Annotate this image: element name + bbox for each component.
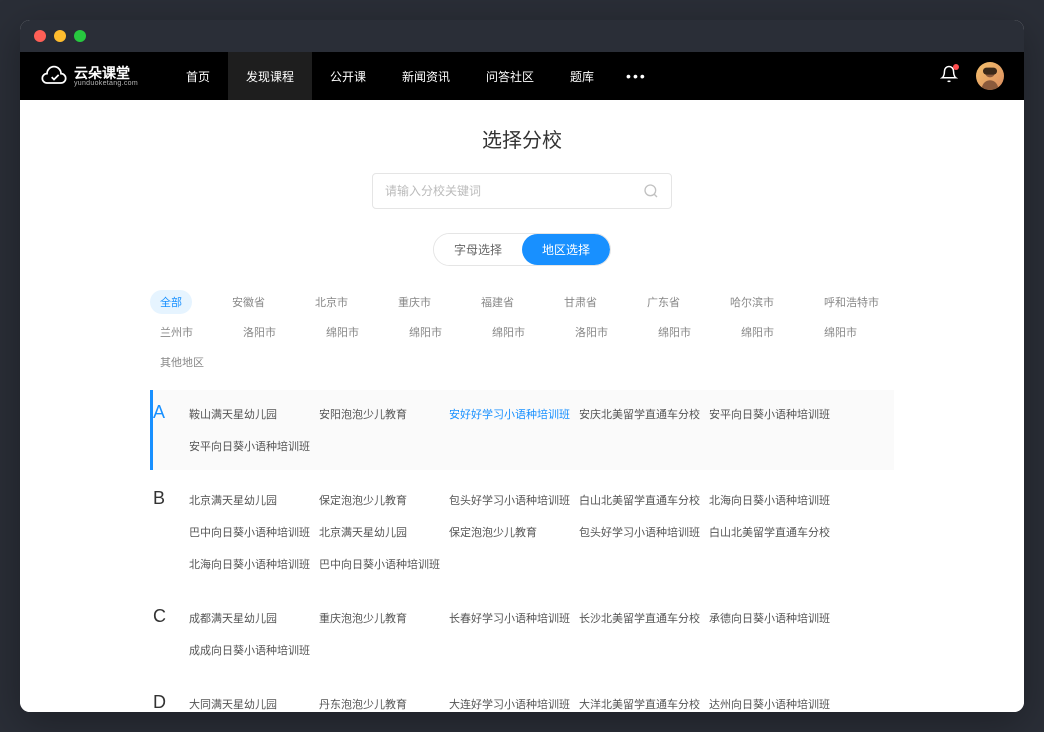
- school-item[interactable]: 白山北美留学直通车分校: [705, 516, 835, 548]
- letter-label: C: [153, 594, 185, 674]
- school-list: A鞍山满天星幼儿园安阳泡泡少儿教育安好好学习小语种培训班安庆北美留学直通车分校安…: [20, 390, 1024, 712]
- school-item[interactable]: 北海向日葵小语种培训班: [705, 484, 835, 516]
- school-item[interactable]: 安平向日葵小语种培训班: [185, 430, 315, 462]
- school-item[interactable]: 安庆北美留学直通车分校: [575, 398, 705, 430]
- region-chip[interactable]: 其他地区: [150, 350, 214, 374]
- region-chip[interactable]: 甘肃省: [554, 290, 607, 314]
- logo-text: 云朵课堂: [74, 66, 138, 80]
- school-item[interactable]: 巴中向日葵小语种培训班: [185, 516, 315, 548]
- letter-group-D: D大同满天星幼儿园丹东泡泡少儿教育大连好学习小语种培训班大洋北美留学直通车分校达…: [150, 680, 894, 712]
- maximize-dot[interactable]: [74, 30, 86, 42]
- region-filter: 全部 安徽省 北京市 重庆市 福建省 甘肃省 广东省 哈尔滨市 呼和浩特市兰州市 洛阳市 绵阳市 绵阳…: [20, 290, 1024, 390]
- nav-more[interactable]: •••: [612, 68, 661, 84]
- region-chip[interactable]: 洛阳市: [233, 320, 286, 344]
- school-item[interactable]: 北海向日葵小语种培训班: [185, 548, 315, 580]
- schools-row: 北京满天星幼儿园保定泡泡少儿教育包头好学习小语种培训班白山北美留学直通车分校北海…: [185, 476, 894, 588]
- close-dot[interactable]: [34, 30, 46, 42]
- letter-group-A: A鞍山满天星幼儿园安阳泡泡少儿教育安好好学习小语种培训班安庆北美留学直通车分校安…: [150, 390, 894, 470]
- letter-label: B: [153, 476, 185, 588]
- region-chip[interactable]: 全部: [150, 290, 192, 314]
- school-item[interactable]: 安好好学习小语种培训班: [445, 398, 575, 430]
- school-item[interactable]: 保定泡泡少儿教育: [445, 516, 575, 548]
- region-chip[interactable]: 哈尔滨市: [720, 290, 784, 314]
- nav-item-3[interactable]: 新闻资讯: [384, 52, 468, 100]
- school-item[interactable]: 安平向日葵小语种培训班: [705, 398, 835, 430]
- school-item[interactable]: 包头好学习小语种培训班: [575, 516, 705, 548]
- schools-row: 鞍山满天星幼儿园安阳泡泡少儿教育安好好学习小语种培训班安庆北美留学直通车分校安平…: [185, 390, 894, 470]
- nav-item-4[interactable]: 问答社区: [468, 52, 552, 100]
- school-item[interactable]: 重庆泡泡少儿教育: [315, 602, 445, 634]
- toggle-wrap: 字母选择地区选择: [20, 233, 1024, 266]
- search-icon[interactable]: [643, 183, 659, 199]
- school-item[interactable]: 成成向日葵小语种培训班: [185, 634, 315, 666]
- content: 选择分校 字母选择地区选择 全部 安徽省 北京市 重庆市 福建省 甘肃省 广东省 哈尔滨市 呼和…: [20, 100, 1024, 712]
- logo[interactable]: 云朵课堂 yunduoketang.com: [40, 62, 138, 90]
- region-chip[interactable]: 福建省: [471, 290, 524, 314]
- school-item[interactable]: 长沙北美留学直通车分校: [575, 602, 705, 634]
- region-chip[interactable]: 绵阳市: [482, 320, 535, 344]
- avatar[interactable]: [976, 62, 1004, 90]
- minimize-dot[interactable]: [54, 30, 66, 42]
- letter-label: D: [153, 680, 185, 712]
- toggle-0[interactable]: 字母选择: [434, 234, 522, 265]
- region-chip[interactable]: 北京市: [305, 290, 358, 314]
- region-chip[interactable]: 呼和浩特市: [814, 290, 889, 314]
- school-item[interactable]: 长春好学习小语种培训班: [445, 602, 575, 634]
- region-chip[interactable]: 绵阳市: [814, 320, 867, 344]
- region-chip[interactable]: 安徽省: [222, 290, 275, 314]
- nav-item-1[interactable]: 发现课程: [228, 52, 312, 100]
- search-box: [372, 173, 672, 209]
- nav-item-2[interactable]: 公开课: [312, 52, 384, 100]
- letter-group-C: C成都满天星幼儿园重庆泡泡少儿教育长春好学习小语种培训班长沙北美留学直通车分校承…: [150, 594, 894, 674]
- view-toggle: 字母选择地区选择: [433, 233, 611, 266]
- school-item[interactable]: 北京满天星幼儿园: [185, 484, 315, 516]
- app-window: 云朵课堂 yunduoketang.com 首页发现课程公开课新闻资讯问答社区题…: [20, 20, 1024, 712]
- region-chip[interactable]: 广东省: [637, 290, 690, 314]
- nav-items: 首页发现课程公开课新闻资讯问答社区题库: [168, 52, 612, 100]
- toggle-1[interactable]: 地区选择: [522, 234, 610, 265]
- titlebar: [20, 20, 1024, 52]
- region-chip[interactable]: 绵阳市: [731, 320, 784, 344]
- cloud-icon: [40, 62, 68, 90]
- nav-item-0[interactable]: 首页: [168, 52, 228, 100]
- school-item[interactable]: 巴中向日葵小语种培训班: [315, 548, 445, 580]
- school-item[interactable]: 鞍山满天星幼儿园: [185, 398, 315, 430]
- letter-label: A: [153, 390, 185, 470]
- letter-group-B: B北京满天星幼儿园保定泡泡少儿教育包头好学习小语种培训班白山北美留学直通车分校北…: [150, 476, 894, 588]
- nav-item-5[interactable]: 题库: [552, 52, 612, 100]
- schools-row: 大同满天星幼儿园丹东泡泡少儿教育大连好学习小语种培训班大洋北美留学直通车分校达州…: [185, 680, 894, 712]
- region-chip[interactable]: 兰州市: [150, 320, 203, 344]
- nav-right: [940, 62, 1004, 90]
- schools-row: 成都满天星幼儿园重庆泡泡少儿教育长春好学习小语种培训班长沙北美留学直通车分校承德…: [185, 594, 894, 674]
- search-input[interactable]: [385, 184, 643, 198]
- school-item[interactable]: 北京满天星幼儿园: [315, 516, 445, 548]
- school-item[interactable]: 承德向日葵小语种培训班: [705, 602, 835, 634]
- search-wrap: [20, 173, 1024, 209]
- school-item[interactable]: 包头好学习小语种培训班: [445, 484, 575, 516]
- top-nav: 云朵课堂 yunduoketang.com 首页发现课程公开课新闻资讯问答社区题…: [20, 52, 1024, 100]
- page-title: 选择分校: [20, 124, 1024, 153]
- region-chip[interactable]: 重庆市: [388, 290, 441, 314]
- region-chip[interactable]: 洛阳市: [565, 320, 618, 344]
- school-item[interactable]: 白山北美留学直通车分校: [575, 484, 705, 516]
- school-item[interactable]: 保定泡泡少儿教育: [315, 484, 445, 516]
- notifications-button[interactable]: [940, 65, 958, 88]
- region-chip[interactable]: 绵阳市: [399, 320, 452, 344]
- region-chip[interactable]: 绵阳市: [648, 320, 701, 344]
- school-item[interactable]: 成都满天星幼儿园: [185, 602, 315, 634]
- notification-dot: [953, 64, 959, 70]
- region-chip[interactable]: 绵阳市: [316, 320, 369, 344]
- logo-sub: yunduoketang.com: [74, 80, 138, 87]
- school-item[interactable]: 安阳泡泡少儿教育: [315, 398, 445, 430]
